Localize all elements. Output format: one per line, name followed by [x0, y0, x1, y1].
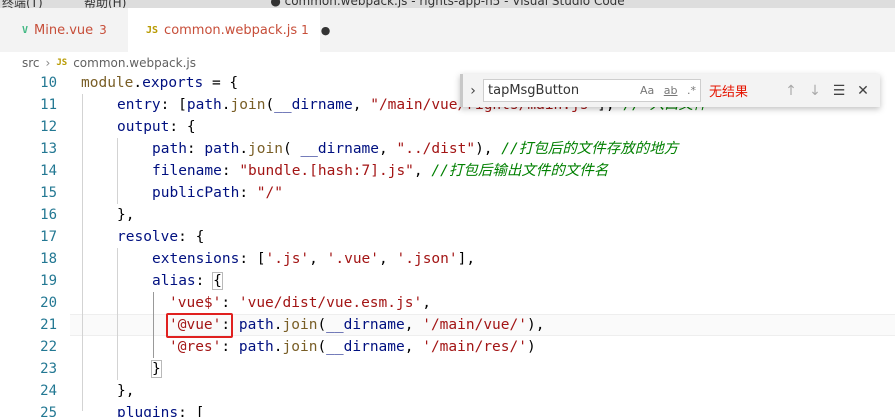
find-in-selection-icon[interactable]: ☰ — [827, 83, 851, 99]
find-input-value: tapMsgButton — [488, 83, 580, 98]
indent-guide — [117, 248, 118, 380]
js-file-icon: JS — [56, 58, 68, 68]
line-number: 20 — [40, 295, 57, 311]
breadcrumb: src › JS common.webpack.js — [0, 52, 895, 74]
breadcrumb-folder[interactable]: src — [22, 56, 40, 70]
line-number: 11 — [40, 97, 57, 113]
tab-common-webpack-js[interactable]: JS common.webpack.js 1 ● — [128, 8, 330, 52]
find-input[interactable]: tapMsgButton Aa ab .* — [483, 79, 701, 102]
line-number: 23 — [40, 361, 57, 377]
code-line: '@res': path.join(__dirname, '/main/res/… — [169, 339, 536, 355]
indent-guide — [117, 138, 118, 204]
code-line: output: { — [117, 119, 196, 135]
tab-label: Mine.vue — [34, 22, 94, 38]
match-case-icon[interactable]: Aa — [640, 84, 654, 97]
line-number: 24 — [40, 383, 57, 399]
line-number: 19 — [40, 273, 57, 289]
arrow-up-icon[interactable]: ↑ — [779, 83, 803, 99]
code-line: module.exports = { — [81, 75, 239, 91]
code-line: extensions: ['.js', '.vue', '.json'], — [152, 251, 476, 267]
code-line: plugins: [ — [117, 405, 205, 417]
problem-count: 3 — [99, 23, 107, 37]
line-number: 21 — [40, 317, 57, 333]
code-line: resolve: { — [117, 229, 205, 245]
line-number-gutter: 10 11 12 13 14 15 16 17 18 19 20 21 22 2… — [0, 74, 70, 417]
line-number: 14 — [40, 163, 57, 179]
code-line: }, — [117, 207, 135, 223]
line-number: 25 — [40, 405, 57, 417]
code-line: publicPath: "/" — [152, 185, 283, 201]
find-widget: › tapMsgButton Aa ab .* 无结果 ↑ ↓ ☰ ✕ — [460, 74, 880, 107]
chevron-right-icon: › — [45, 56, 51, 70]
code-line: alias: { — [152, 272, 223, 290]
whole-word-icon[interactable]: ab — [664, 84, 678, 97]
regex-icon[interactable]: .* — [687, 84, 696, 97]
breadcrumb-file[interactable]: common.webpack.js — [73, 56, 196, 70]
vue-file-icon: V — [22, 24, 29, 36]
js-file-icon: JS — [146, 24, 159, 36]
tab-bar: V Mine.vue 3 JS common.webpack.js 1 ● — [0, 8, 895, 52]
tab-label: common.webpack.js — [164, 22, 298, 38]
arrow-down-icon[interactable]: ↓ — [803, 83, 827, 99]
window-title: ● common.webpack.js - rights-app-h5 - Vi… — [270, 0, 625, 8]
matched-bracket: } — [151, 360, 162, 378]
problem-count: 1 — [301, 23, 309, 37]
code-line: path: path.join( __dirname, "../dist"), … — [152, 141, 679, 157]
find-result-status: 无结果 — [709, 85, 749, 100]
code-editor[interactable]: 10 11 12 13 14 15 16 17 18 19 20 21 22 2… — [0, 74, 895, 417]
code-line: }, — [117, 383, 135, 399]
close-icon[interactable]: ✕ — [851, 83, 875, 99]
line-number: 18 — [40, 251, 57, 267]
line-number: 22 — [40, 339, 57, 355]
code-line: filename: "bundle.[hash:7].js", //打包后输出文… — [152, 163, 609, 179]
code-line: 'vue$': 'vue/dist/vue.esm.js', — [169, 295, 431, 311]
line-number: 12 — [40, 119, 57, 135]
line-number: 10 — [40, 75, 57, 91]
code-line: } — [151, 358, 162, 380]
title-bar: 终端(T) 帮助(H) ● common.webpack.js - rights… — [0, 0, 895, 8]
indent-guide — [82, 94, 83, 411]
indent-guide-active — [153, 292, 154, 358]
line-number: 13 — [40, 141, 57, 157]
tab-mine-vue[interactable]: V Mine.vue 3 — [0, 8, 128, 52]
line-number: 16 — [40, 207, 57, 223]
unsaved-dot-icon[interactable]: ● — [321, 24, 331, 37]
chevron-right-icon[interactable]: › — [463, 83, 483, 99]
line-number: 15 — [40, 185, 57, 201]
annotation-highlight-box — [166, 313, 233, 338]
line-number: 17 — [40, 229, 57, 245]
matched-bracket: { — [212, 272, 223, 290]
